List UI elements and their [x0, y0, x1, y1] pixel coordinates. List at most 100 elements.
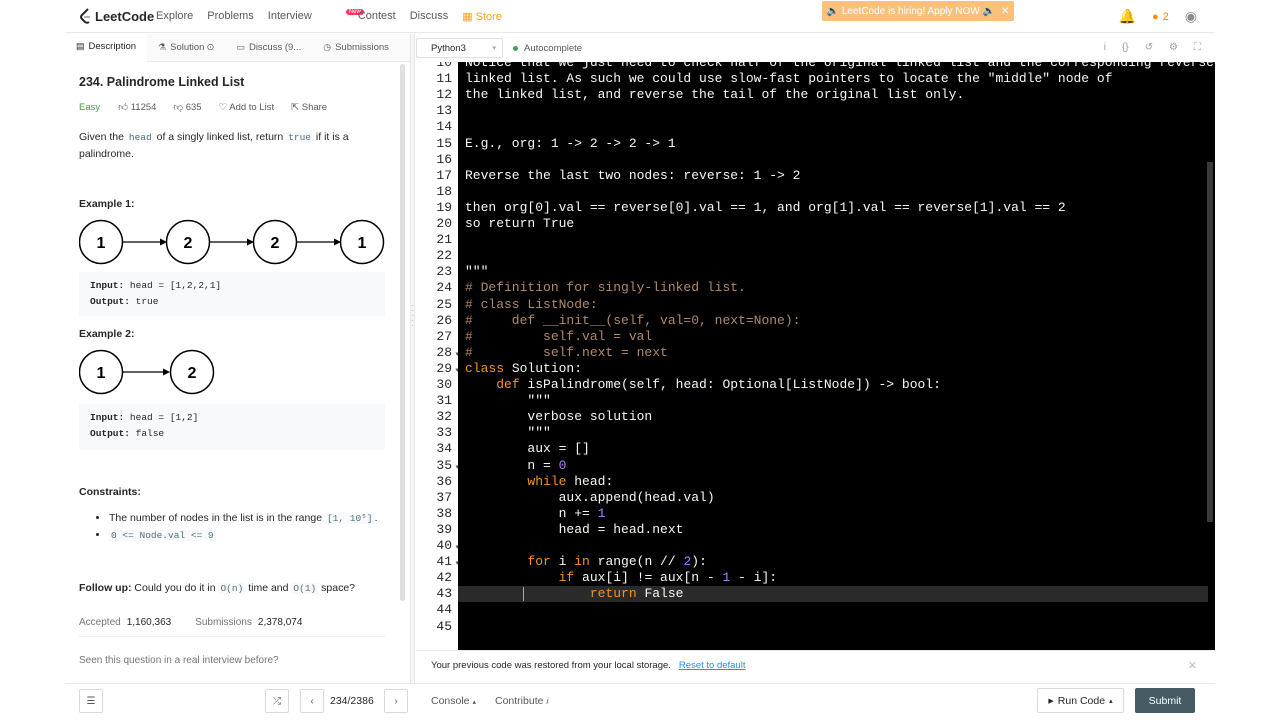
dislike-button[interactable]: 👎︎ 635: [173, 101, 201, 113]
bell-icon[interactable]: 🔔: [1119, 8, 1136, 25]
pane-resize-handle[interactable]: [410, 34, 415, 684]
example-1-title: Example 1:: [79, 198, 135, 210]
share-button[interactable]: ⇱ Share: [291, 102, 327, 113]
line-number: 40: [436, 538, 452, 553]
add-to-list-button[interactable]: ♡ Add to List: [219, 102, 275, 113]
description-scrollbar[interactable]: [400, 64, 405, 601]
line-number: 24: [436, 280, 452, 296]
svg-text:2: 2: [188, 365, 197, 382]
autocomplete-toggle[interactable]: Autocomplete: [524, 43, 582, 54]
tab-solution[interactable]: ⚗ Solution ⊙: [147, 34, 225, 62]
console-label: Console: [431, 695, 470, 707]
hiring-banner[interactable]: 🔈 LeetCode is hiring! Apply NOW 🔈 ✕: [822, 1, 1014, 21]
submissions-label: Submissions: [195, 617, 252, 628]
line-number: 32: [436, 409, 452, 425]
line-number: 35: [436, 457, 452, 473]
svg-text:1: 1: [358, 235, 367, 252]
output-label: Output:: [90, 296, 130, 307]
streak-count[interactable]: 2: [1163, 11, 1169, 23]
share-icon: ⇱: [291, 101, 300, 113]
contribute-button[interactable]: Contribute i: [495, 695, 548, 707]
fullscreen-icon[interactable]: ⛶: [1194, 42, 1201, 53]
share-label: Share: [301, 101, 328, 113]
example-2-output: Output: false: [90, 426, 374, 442]
play-icon: ▶: [1048, 697, 1054, 705]
code-line: class Solution:: [465, 360, 583, 376]
interview-question-prompt: Seen this question in a real interview b…: [79, 655, 279, 666]
submit-button[interactable]: Submit: [1135, 688, 1195, 713]
code-line: the linked list, and reverse the tail of…: [465, 87, 965, 103]
tab-submissions[interactable]: ◷ Submissions: [312, 34, 400, 62]
accepted-count: 1,160,363: [126, 617, 172, 628]
tab-discuss[interactable]: ▭ Discuss (9...: [225, 34, 312, 62]
info-icon[interactable]: i: [1104, 42, 1106, 53]
chevron-up-icon: ▴: [472, 699, 476, 706]
next-problem-button[interactable]: ›: [384, 689, 408, 713]
line-number: 17: [436, 167, 452, 183]
example-1-io: Input: head = [1,2,2,1] Output: true: [79, 272, 385, 316]
random-problem-button[interactable]: ⤮: [265, 689, 289, 713]
nav-store[interactable]: ▦ Store: [462, 10, 502, 23]
statement-text: of a singly linked list, return: [156, 131, 284, 143]
like-button[interactable]: 👍︎ 11254: [118, 101, 156, 113]
add-to-list-label: Add to List: [229, 101, 275, 113]
svg-text:1: 1: [97, 235, 106, 252]
line-number: 39: [436, 521, 452, 537]
problem-title: 234. Palindrome Linked List: [79, 75, 245, 89]
reset-to-default-link[interactable]: Reset to default: [679, 660, 746, 671]
restore-notice: Your previous code was restored from you…: [416, 650, 1215, 680]
input-value: head = [1,2]: [129, 412, 199, 423]
braces-icon[interactable]: {}: [1122, 42, 1129, 53]
line-number: 26: [436, 312, 452, 328]
line-number: 12: [436, 87, 452, 103]
close-icon[interactable]: ✕: [1188, 659, 1197, 672]
constraint-text: The number of nodes in the list is in th…: [109, 512, 323, 524]
shuffle-icon: ⤮: [273, 695, 281, 707]
line-number: 45: [436, 618, 452, 634]
nav-explore[interactable]: Explore: [156, 10, 193, 23]
input-label: Input:: [90, 412, 125, 423]
svg-text:2: 2: [184, 235, 193, 252]
problem-list-button[interactable]: ☰: [79, 689, 103, 713]
nav-contest[interactable]: Contest: [358, 10, 396, 23]
prev-problem-button[interactable]: ‹: [300, 689, 324, 713]
ll-node: 2: [165, 219, 211, 265]
line-number: 16: [436, 151, 452, 167]
line-number: 30: [436, 377, 452, 392]
line-number: 11: [436, 71, 452, 87]
code-line: return False: [589, 586, 684, 602]
code-line: for i in range(n // 2):: [527, 554, 707, 570]
tab-discuss-label: Discuss (9...: [248, 42, 302, 53]
code-line: """: [465, 425, 551, 441]
language-select[interactable]: Python3 ▾: [416, 38, 503, 58]
editor-toolbar: Python3 ▾ Autocomplete i {} ↺ ⚙ ⛶: [416, 34, 1215, 62]
clock-icon: ◷: [323, 42, 332, 52]
logo[interactable]: LeetCode: [79, 8, 154, 24]
code-line: Notice that we just need to check half o…: [465, 62, 1215, 70]
user-avatar-icon[interactable]: ◉: [1185, 8, 1197, 25]
leetcode-logo-icon: [80, 8, 90, 24]
tab-description[interactable]: ▤ Description: [65, 33, 148, 62]
settings-icon[interactable]: ⚙: [1169, 42, 1178, 53]
logo-text: LeetCode: [95, 8, 155, 24]
thumbs-down-icon: 👎︎: [173, 102, 184, 113]
close-icon[interactable]: ✕: [1001, 6, 1009, 17]
run-code-button[interactable]: ▶ Run Code ▴: [1037, 688, 1124, 713]
tab-solution-label: Solution: [170, 42, 205, 53]
reset-icon[interactable]: ↺: [1145, 42, 1153, 53]
code-line: linked list. As such we could use slow-f…: [465, 71, 1113, 87]
code-line: """: [465, 264, 489, 280]
line-number: 20: [436, 216, 452, 231]
console-button[interactable]: Console ▴: [431, 695, 476, 707]
nav-interview[interactable]: Interview New: [268, 9, 364, 23]
input-label: Input:: [90, 280, 125, 291]
line-number: 21: [436, 232, 452, 248]
code-editor[interactable]: Notice that we just need to check half o…: [458, 62, 1215, 650]
nav-discuss[interactable]: Discuss: [410, 10, 449, 23]
line-number: 18: [436, 183, 452, 199]
constraint-item: 0 <= Node.val <= 9: [109, 527, 385, 544]
code-line: # self.val = val: [465, 328, 653, 344]
store-label: Store: [475, 11, 502, 23]
editor-scrollbar[interactable]: [1207, 162, 1213, 522]
nav-problems[interactable]: Problems: [207, 10, 253, 23]
